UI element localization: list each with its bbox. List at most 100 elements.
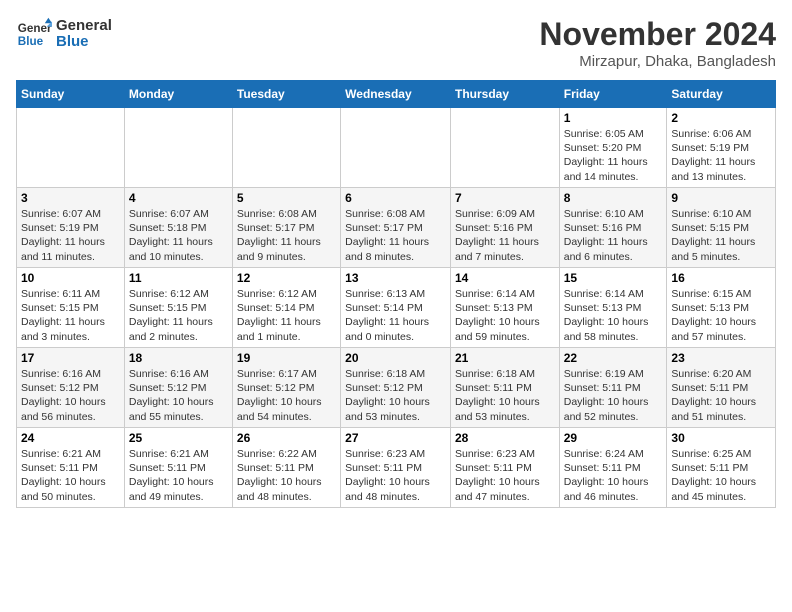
day-info: Sunrise: 6:24 AM Sunset: 5:11 PM Dayligh… (564, 447, 663, 504)
calendar-cell (341, 108, 451, 188)
day-info: Sunrise: 6:23 AM Sunset: 5:11 PM Dayligh… (455, 447, 555, 504)
day-info: Sunrise: 6:13 AM Sunset: 5:14 PM Dayligh… (345, 287, 446, 344)
day-info: Sunrise: 6:15 AM Sunset: 5:13 PM Dayligh… (671, 287, 771, 344)
day-info: Sunrise: 6:17 AM Sunset: 5:12 PM Dayligh… (237, 367, 336, 424)
day-number: 10 (21, 271, 120, 285)
day-info: Sunrise: 6:14 AM Sunset: 5:13 PM Dayligh… (564, 287, 663, 344)
day-number: 27 (345, 431, 446, 445)
header-thursday: Thursday (450, 81, 559, 108)
day-number: 13 (345, 271, 446, 285)
day-number: 16 (671, 271, 771, 285)
day-info: Sunrise: 6:12 AM Sunset: 5:15 PM Dayligh… (129, 287, 228, 344)
calendar-week-1: 1Sunrise: 6:05 AM Sunset: 5:20 PM Daylig… (17, 108, 776, 188)
calendar-cell: 25 Sunrise: 6:21 AM Sunset: 5:11 PM Dayli… (124, 428, 232, 508)
logo-blue: Blue (56, 34, 112, 51)
calendar-week-2: 3 Sunrise: 6:07 AM Sunset: 5:19 PM Daylig… (17, 188, 776, 268)
day-number: 19 (237, 351, 336, 365)
calendar-table: SundayMondayTuesdayWednesdayThursdayFrid… (16, 80, 776, 508)
day-number: 14 (455, 271, 555, 285)
svg-text:General: General (18, 22, 52, 35)
calendar-cell: 27 Sunrise: 6:23 AM Sunset: 5:11 PM Dayli… (341, 428, 451, 508)
day-number: 28 (455, 431, 555, 445)
day-info: Sunrise: 6:09 AM Sunset: 5:16 PM Dayligh… (455, 207, 555, 264)
day-number: 8 (564, 191, 663, 205)
calendar-cell: 7 Sunrise: 6:09 AM Sunset: 5:16 PM Daylig… (450, 188, 559, 268)
day-number: 3 (21, 191, 120, 205)
day-number: 15 (564, 271, 663, 285)
calendar-cell: 5 Sunrise: 6:08 AM Sunset: 5:17 PM Daylig… (232, 188, 340, 268)
calendar-cell: 19 Sunrise: 6:17 AM Sunset: 5:12 PM Dayli… (232, 348, 340, 428)
calendar-cell: 18 Sunrise: 6:16 AM Sunset: 5:12 PM Dayli… (124, 348, 232, 428)
day-info: Sunrise: 6:12 AM Sunset: 5:14 PM Dayligh… (237, 287, 336, 344)
calendar-cell: 20 Sunrise: 6:18 AM Sunset: 5:12 PM Dayli… (341, 348, 451, 428)
calendar-cell: 23Sunrise: 6:20 AM Sunset: 5:11 PM Dayli… (667, 348, 776, 428)
header-saturday: Saturday (667, 81, 776, 108)
header-tuesday: Tuesday (232, 81, 340, 108)
day-number: 26 (237, 431, 336, 445)
calendar-cell: 12 Sunrise: 6:12 AM Sunset: 5:14 PM Dayli… (232, 268, 340, 348)
logo-icon: General Blue (16, 16, 52, 52)
day-info: Sunrise: 6:07 AM Sunset: 5:19 PM Dayligh… (21, 207, 120, 264)
header: General Blue General Blue November 2024 … (16, 16, 776, 70)
calendar-cell: 1Sunrise: 6:05 AM Sunset: 5:20 PM Daylig… (559, 108, 667, 188)
day-info: Sunrise: 6:16 AM Sunset: 5:12 PM Dayligh… (21, 367, 120, 424)
calendar-cell (124, 108, 232, 188)
calendar-week-5: 24 Sunrise: 6:21 AM Sunset: 5:11 PM Dayli… (17, 428, 776, 508)
calendar-cell (17, 108, 125, 188)
calendar-cell (232, 108, 340, 188)
calendar-cell: 14 Sunrise: 6:14 AM Sunset: 5:13 PM Dayli… (450, 268, 559, 348)
svg-text:Blue: Blue (18, 35, 44, 48)
day-info: Sunrise: 6:10 AM Sunset: 5:16 PM Dayligh… (564, 207, 663, 264)
calendar-header-row: SundayMondayTuesdayWednesdayThursdayFrid… (17, 81, 776, 108)
calendar-cell (450, 108, 559, 188)
day-info: Sunrise: 6:11 AM Sunset: 5:15 PM Dayligh… (21, 287, 120, 344)
calendar-cell: 30Sunrise: 6:25 AM Sunset: 5:11 PM Dayli… (667, 428, 776, 508)
logo: General Blue General Blue (16, 16, 112, 52)
calendar-cell: 29 Sunrise: 6:24 AM Sunset: 5:11 PM Dayli… (559, 428, 667, 508)
calendar-cell: 13 Sunrise: 6:13 AM Sunset: 5:14 PM Dayli… (341, 268, 451, 348)
calendar-cell: 3 Sunrise: 6:07 AM Sunset: 5:19 PM Daylig… (17, 188, 125, 268)
day-number: 21 (455, 351, 555, 365)
location: Mirzapur, Dhaka, Bangladesh (539, 53, 776, 70)
calendar-cell: 2Sunrise: 6:06 AM Sunset: 5:19 PM Daylig… (667, 108, 776, 188)
day-info: Sunrise: 6:23 AM Sunset: 5:11 PM Dayligh… (345, 447, 446, 504)
calendar-cell: 17 Sunrise: 6:16 AM Sunset: 5:12 PM Dayli… (17, 348, 125, 428)
day-number: 29 (564, 431, 663, 445)
day-number: 20 (345, 351, 446, 365)
calendar-week-3: 10 Sunrise: 6:11 AM Sunset: 5:15 PM Dayli… (17, 268, 776, 348)
day-info: Sunrise: 6:25 AM Sunset: 5:11 PM Dayligh… (671, 447, 771, 504)
day-info: Sunrise: 6:07 AM Sunset: 5:18 PM Dayligh… (129, 207, 228, 264)
day-info: Sunrise: 6:16 AM Sunset: 5:12 PM Dayligh… (129, 367, 228, 424)
calendar-cell: 28 Sunrise: 6:23 AM Sunset: 5:11 PM Dayli… (450, 428, 559, 508)
day-number: 5 (237, 191, 336, 205)
day-number: 4 (129, 191, 228, 205)
day-info: Sunrise: 6:21 AM Sunset: 5:11 PM Dayligh… (129, 447, 228, 504)
calendar-cell: 10 Sunrise: 6:11 AM Sunset: 5:15 PM Dayli… (17, 268, 125, 348)
calendar-cell: 8 Sunrise: 6:10 AM Sunset: 5:16 PM Daylig… (559, 188, 667, 268)
day-number: 24 (21, 431, 120, 445)
day-number: 18 (129, 351, 228, 365)
day-number: 1 (564, 111, 663, 125)
day-info: Sunrise: 6:22 AM Sunset: 5:11 PM Dayligh… (237, 447, 336, 504)
calendar-week-4: 17 Sunrise: 6:16 AM Sunset: 5:12 PM Dayli… (17, 348, 776, 428)
header-monday: Monday (124, 81, 232, 108)
calendar-cell: 16 Sunrise: 6:15 AM Sunset: 5:13 PM Dayli… (667, 268, 776, 348)
day-number: 12 (237, 271, 336, 285)
calendar-cell: 6Sunrise: 6:08 AM Sunset: 5:17 PM Daylig… (341, 188, 451, 268)
month-year: November 2024 (539, 16, 776, 53)
day-info: Sunrise: 6:08 AM Sunset: 5:17 PM Dayligh… (237, 207, 336, 264)
day-number: 25 (129, 431, 228, 445)
day-number: 7 (455, 191, 555, 205)
day-number: 11 (129, 271, 228, 285)
calendar-cell: 26 Sunrise: 6:22 AM Sunset: 5:11 PM Dayli… (232, 428, 340, 508)
day-number: 17 (21, 351, 120, 365)
header-sunday: Sunday (17, 81, 125, 108)
day-info: Sunrise: 6:06 AM Sunset: 5:19 PM Dayligh… (671, 127, 771, 184)
day-info: Sunrise: 6:19 AM Sunset: 5:11 PM Dayligh… (564, 367, 663, 424)
title-area: November 2024 Mirzapur, Dhaka, Banglades… (539, 16, 776, 70)
day-info: Sunrise: 6:18 AM Sunset: 5:12 PM Dayligh… (345, 367, 446, 424)
day-info: Sunrise: 6:14 AM Sunset: 5:13 PM Dayligh… (455, 287, 555, 344)
calendar-cell: 9Sunrise: 6:10 AM Sunset: 5:15 PM Daylig… (667, 188, 776, 268)
calendar-cell: 21Sunrise: 6:18 AM Sunset: 5:11 PM Dayli… (450, 348, 559, 428)
day-number: 9 (671, 191, 771, 205)
